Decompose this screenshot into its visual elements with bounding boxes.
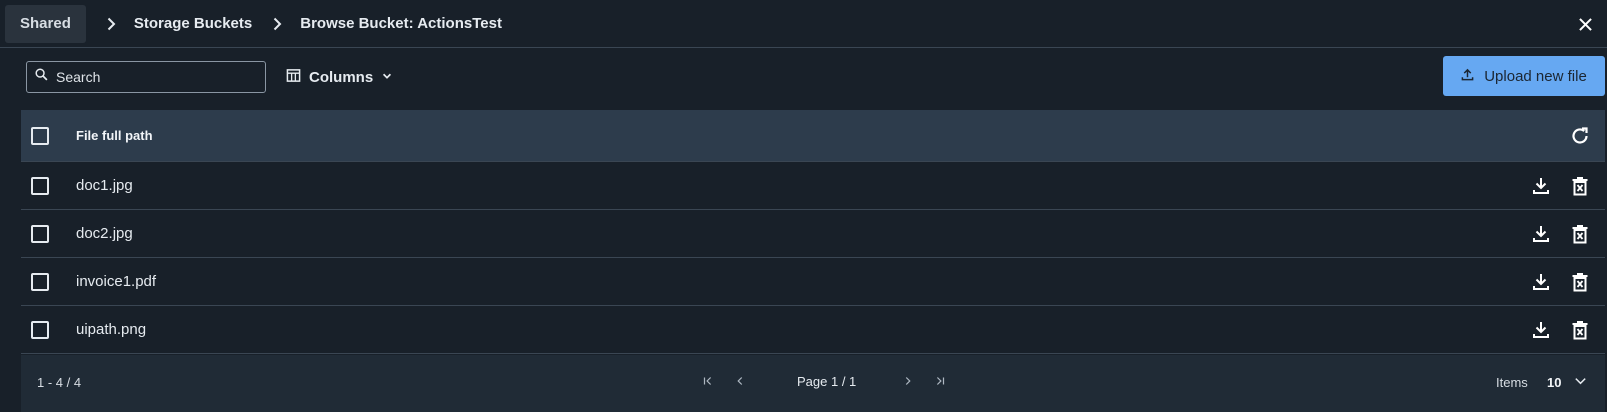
- upload-icon: [1461, 68, 1474, 85]
- row-checkbox[interactable]: [31, 320, 49, 339]
- delete-icon[interactable]: [1569, 175, 1591, 197]
- delete-icon[interactable]: [1569, 223, 1591, 245]
- page-label: Page 1 / 1: [797, 374, 857, 389]
- columns-label: Columns: [309, 68, 374, 86]
- search-icon: [35, 68, 48, 86]
- download-icon[interactable]: [1530, 175, 1552, 197]
- first-page-icon[interactable]: [701, 374, 717, 390]
- pagination-footer: 1 - 4 / 4 Page 1 / 1 Items 10: [21, 355, 1605, 412]
- search-input[interactable]: [56, 69, 256, 85]
- toolbar: Columns Upload new file: [0, 48, 1607, 108]
- file-name: uipath.png: [76, 321, 147, 338]
- upload-new-file-button[interactable]: Upload new file: [1443, 56, 1605, 96]
- row-checkbox[interactable]: [31, 272, 49, 291]
- breadcrumb-storage-buckets[interactable]: Storage Buckets: [134, 0, 252, 47]
- next-page-icon[interactable]: [901, 374, 917, 390]
- table-row[interactable]: uipath.png: [21, 306, 1605, 354]
- pager: Page 1 / 1: [701, 372, 961, 392]
- close-icon[interactable]: [1575, 14, 1595, 34]
- items-per-page-label: Items: [1496, 375, 1528, 390]
- prev-page-icon[interactable]: [733, 374, 749, 390]
- chevron-down-icon[interactable]: [1573, 373, 1589, 389]
- chevron-right-icon: [269, 16, 285, 32]
- items-per-page-select[interactable]: 10: [1547, 375, 1561, 390]
- columns-button[interactable]: Columns: [286, 65, 393, 89]
- delete-icon[interactable]: [1569, 271, 1591, 293]
- last-page-icon[interactable]: [933, 374, 949, 390]
- page-title: Browse Bucket: ActionsTest: [300, 15, 502, 32]
- upload-label: Upload new file: [1484, 67, 1587, 85]
- table-row[interactable]: invoice1.pdf: [21, 258, 1605, 306]
- search-field[interactable]: [26, 61, 266, 93]
- refresh-icon[interactable]: [1569, 125, 1591, 147]
- chevron-right-icon: [103, 16, 119, 32]
- row-checkbox[interactable]: [31, 224, 49, 243]
- download-icon[interactable]: [1530, 271, 1552, 293]
- range-label: 1 - 4 / 4: [37, 375, 82, 390]
- delete-icon[interactable]: [1569, 319, 1591, 341]
- row-checkbox[interactable]: [31, 176, 49, 195]
- chevron-down-icon: [381, 69, 393, 86]
- table-row[interactable]: doc2.jpg: [21, 210, 1605, 258]
- download-icon[interactable]: [1530, 319, 1552, 341]
- breadcrumb-shared[interactable]: Shared: [5, 4, 86, 43]
- breadcrumb: Shared Storage Buckets Browse Bucket: Ac…: [0, 0, 1607, 48]
- select-all-checkbox[interactable]: [31, 126, 49, 145]
- download-icon[interactable]: [1530, 223, 1552, 245]
- file-name: doc2.jpg: [76, 225, 133, 242]
- table-row[interactable]: doc1.jpg: [21, 162, 1605, 210]
- table-header: File full path: [21, 110, 1605, 162]
- column-header-file-full-path[interactable]: File full path: [76, 128, 153, 143]
- file-name: doc1.jpg: [76, 177, 133, 194]
- columns-icon: [286, 68, 301, 87]
- file-table: File full path doc1.jpg doc2.jpg invoice…: [21, 110, 1605, 354]
- file-name: invoice1.pdf: [76, 273, 157, 290]
